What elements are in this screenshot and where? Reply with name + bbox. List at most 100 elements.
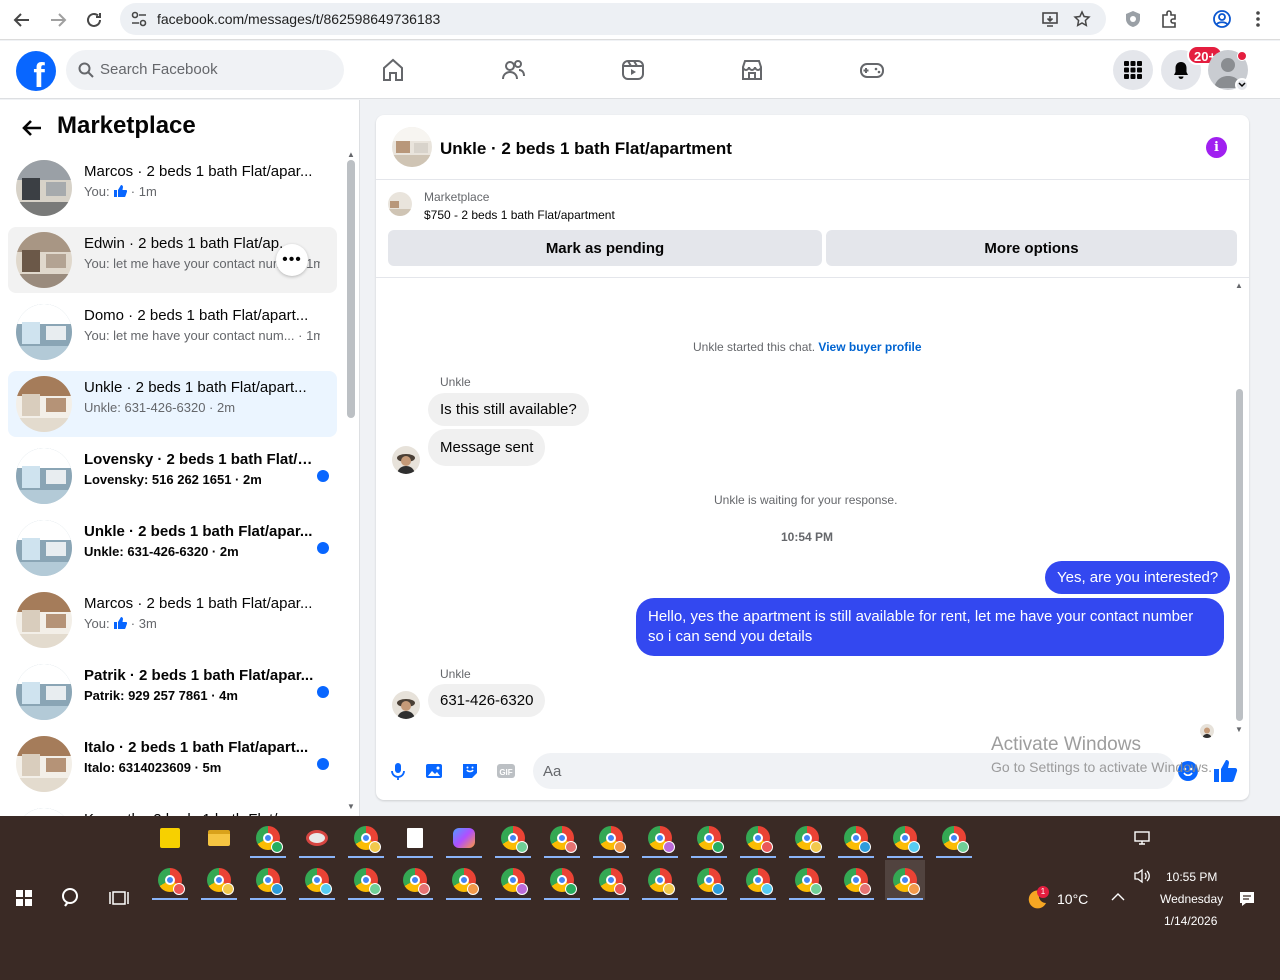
bookmark-star-icon[interactable] [1073,10,1091,28]
extensions-puzzle-icon[interactable] [1159,9,1179,29]
conversation-item[interactable]: Lovensky · 2 beds 1 bath Flat/a... Lovens… [8,443,337,509]
chrome-icon[interactable] [885,860,925,900]
notepad-icon[interactable] [395,818,435,858]
left-scrollbar[interactable] [347,160,355,418]
chrome-icon[interactable] [591,818,631,858]
facebook-logo[interactable]: f [16,51,56,91]
scroll-up-arrow[interactable]: ▲ [347,150,355,159]
volume-icon[interactable] [1133,868,1151,884]
forward-arrow-icon[interactable] [46,8,70,32]
conversation-item[interactable]: Kenneth · 2 beds 1 bath Flat/... [8,803,337,816]
marketplace-icon[interactable] [739,57,765,83]
sticker-icon[interactable] [460,761,480,781]
chrome-icon[interactable] [493,818,533,858]
chrome-icon[interactable] [836,860,876,900]
outgoing-message[interactable]: Hello, yes the apartment is still availa… [636,598,1224,656]
network-icon[interactable] [1133,830,1151,846]
chrome-icon[interactable] [640,860,680,900]
chrome-icon[interactable] [787,818,827,858]
conversation-item[interactable]: Unkle · 2 beds 1 bath Flat/apart... Unkle… [8,371,337,437]
incoming-message[interactable]: Is this still available? [428,393,589,426]
shield-extension-icon[interactable] [1123,9,1143,29]
video-icon[interactable] [620,57,646,83]
scroll-down-arrow[interactable]: ▼ [347,802,355,811]
mark-as-pending-button[interactable]: Mark as pending [388,230,822,266]
copilot-icon[interactable] [444,818,484,858]
chrome-icon[interactable] [248,818,288,858]
chrome-icon[interactable] [591,860,631,900]
file-explorer-icon[interactable] [199,818,239,858]
scroll-up-arrow[interactable]: ▲ [1235,281,1243,290]
chat-title[interactable]: Unkle · 2 beds 1 bath Flat/apartment [440,139,732,159]
chrome-icon[interactable] [885,818,925,858]
chrome-icon[interactable] [934,818,974,858]
task-view-icon[interactable] [109,888,129,908]
chrome-icon[interactable] [150,860,190,900]
scroll-down-arrow[interactable]: ▼ [1235,725,1243,734]
chrome-icon[interactable] [640,818,680,858]
info-icon[interactable]: i [1206,137,1227,158]
chrome-icon[interactable] [836,818,876,858]
incoming-message[interactable]: Message sent [428,429,546,466]
chrome-icon[interactable] [689,860,729,900]
windows-start-icon[interactable] [16,890,32,906]
conversation-item[interactable]: Patrik · 2 beds 1 bath Flat/apar... Patri… [8,659,337,725]
sticky-notes-icon[interactable] [150,818,190,858]
conversation-item[interactable]: Marcos · 2 beds 1 bath Flat/apar... You: … [8,587,337,653]
sender-avatar[interactable] [392,691,420,719]
listing-price-title[interactable]: $750 - 2 beds 1 bath Flat/apartment [424,208,615,222]
notification-center-icon[interactable] [1238,890,1256,908]
chat-scrollbar[interactable] [1236,389,1243,721]
chrome-icon[interactable] [738,818,778,858]
kebab-menu-icon[interactable] [1248,9,1268,29]
back-arrow-icon[interactable] [20,116,44,140]
chrome-icon[interactable] [346,860,386,900]
address-bar[interactable]: facebook.com/messages/t/862598649736183 [120,3,1106,35]
friends-icon[interactable] [500,57,526,83]
chrome-icon[interactable] [738,860,778,900]
chrome-icon[interactable] [542,818,582,858]
chrome-icon[interactable] [199,860,239,900]
photo-icon[interactable] [424,761,444,781]
chevron-up-icon[interactable] [1111,892,1125,902]
more-options-button[interactable]: More options [826,230,1237,266]
conversation-item[interactable]: Marcos · 2 beds 1 bath Flat/apar... You: … [8,155,337,221]
weather-temp[interactable]: 10°C [1057,891,1088,907]
more-options-icon[interactable]: ••• [276,244,308,276]
conversation-item[interactable]: Italo · 2 beds 1 bath Flat/apart... Italo… [8,731,337,797]
paint-icon[interactable] [297,818,337,858]
chrome-icon[interactable] [787,860,827,900]
chevron-down-icon[interactable] [1235,78,1249,92]
search-input[interactable]: Search Facebook [66,50,344,90]
view-buyer-profile-link[interactable]: View buyer profile [818,340,921,354]
conversation-item[interactable]: Unkle · 2 beds 1 bath Flat/apar... Unkle:… [8,515,337,581]
clock-time[interactable]: 10:55 PM [1166,870,1217,884]
chrome-icon[interactable] [542,860,582,900]
chrome-icon[interactable] [297,860,337,900]
chrome-icon[interactable] [248,860,288,900]
sender-avatar[interactable] [392,446,420,474]
clock-day[interactable]: Wednesday [1160,892,1223,906]
search-icon[interactable] [60,886,84,910]
site-settings-icon[interactable] [130,10,148,28]
listing-mini-thumbnail[interactable] [388,192,412,216]
microphone-icon[interactable] [388,761,408,781]
conversation-item[interactable]: Domo · 2 beds 1 bath Flat/apart... You: l… [8,299,337,365]
chrome-icon[interactable] [689,818,729,858]
chrome-icon[interactable] [346,818,386,858]
conversation-item[interactable]: Edwin · 2 beds 1 bath Flat/ap... You: let… [8,227,337,293]
chrome-icon[interactable] [395,860,435,900]
outgoing-message[interactable]: Yes, are you interested? [1045,561,1231,594]
back-arrow-icon[interactable] [10,8,34,32]
clock-date[interactable]: 1/14/2026 [1164,914,1217,928]
thumbs-up-icon[interactable] [1212,758,1238,784]
profile-icon[interactable] [1212,9,1232,29]
reload-icon[interactable] [82,8,106,32]
listing-thumbnail[interactable] [392,127,432,167]
home-icon[interactable] [380,57,406,83]
chrome-icon[interactable] [493,860,533,900]
menu-grid-button[interactable] [1113,50,1153,90]
gif-icon[interactable]: GIF [496,761,516,781]
chrome-icon[interactable] [444,860,484,900]
incoming-message[interactable]: 631-426-6320 [428,684,546,717]
